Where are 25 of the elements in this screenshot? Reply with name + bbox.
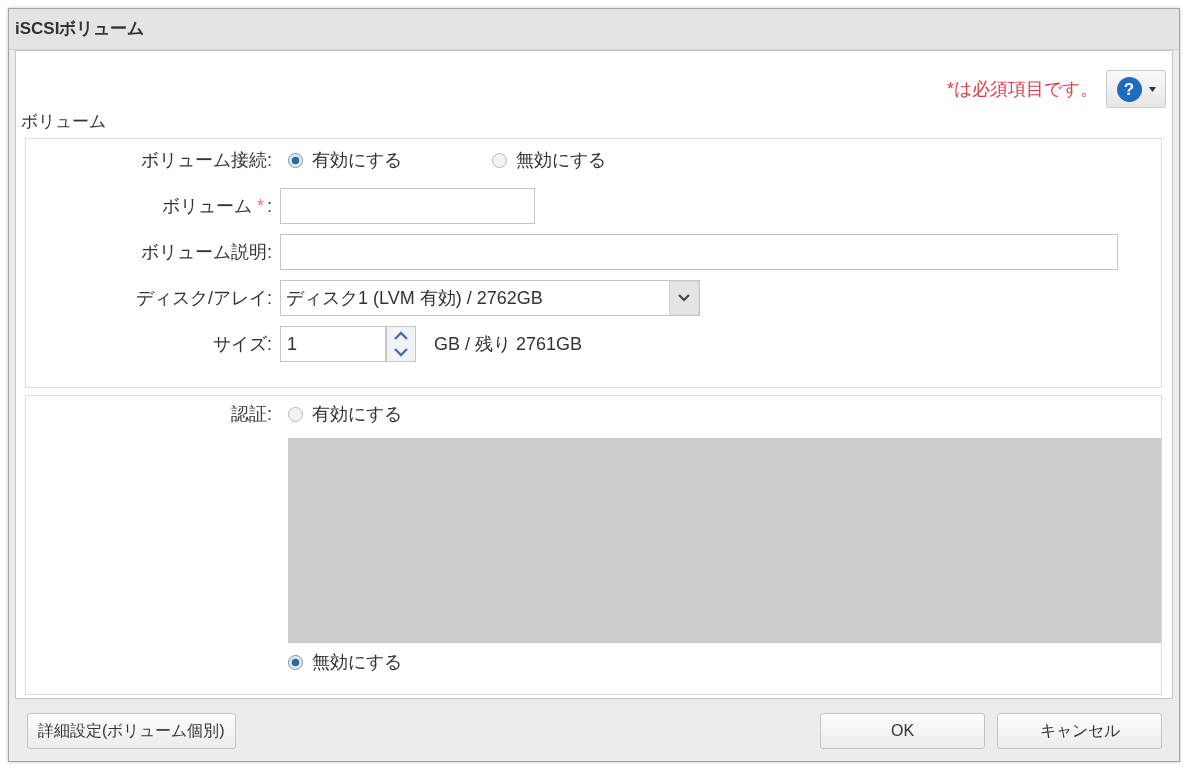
advanced-settings-button[interactable]: 詳細設定(ボリューム個別) xyxy=(27,713,236,749)
section-title: ボリューム xyxy=(21,111,106,134)
number-input[interactable]: 1 xyxy=(280,326,386,362)
radio-option[interactable]: 無効にする xyxy=(492,146,696,174)
field-label: サイズ: xyxy=(212,332,272,356)
chevron-down-icon xyxy=(669,281,699,315)
dropdown[interactable]: ディスク1 (LVM 有効) / 2762GB xyxy=(280,280,700,316)
radio-option[interactable]: 有効にする xyxy=(288,400,492,428)
dialog-button[interactable]: キャンセル xyxy=(997,713,1162,749)
dialog-button[interactable]: OK xyxy=(820,713,985,749)
field-label: ボリューム * : xyxy=(160,194,272,218)
text-input[interactable] xyxy=(280,188,535,224)
field-label: ディスク/アレイ: xyxy=(135,286,272,310)
window-title: iSCSIボリューム xyxy=(15,18,145,41)
size-remaining-text: GB / 残り 2761GB xyxy=(434,332,583,356)
required-note: *は必須項目です。 xyxy=(947,77,1098,101)
radio-option[interactable]: 無効にする xyxy=(288,648,492,676)
caret-down-icon xyxy=(1148,86,1156,92)
spinner-arrows-icon[interactable] xyxy=(386,326,416,362)
text-input[interactable] xyxy=(280,234,1118,270)
help-button[interactable]: ? xyxy=(1106,70,1166,108)
radio-option[interactable]: 有効にする xyxy=(288,146,492,174)
field-label: ボリューム接続: xyxy=(140,148,272,172)
field-label: 認証: xyxy=(230,402,272,426)
field-label: ボリューム説明: xyxy=(140,240,272,264)
